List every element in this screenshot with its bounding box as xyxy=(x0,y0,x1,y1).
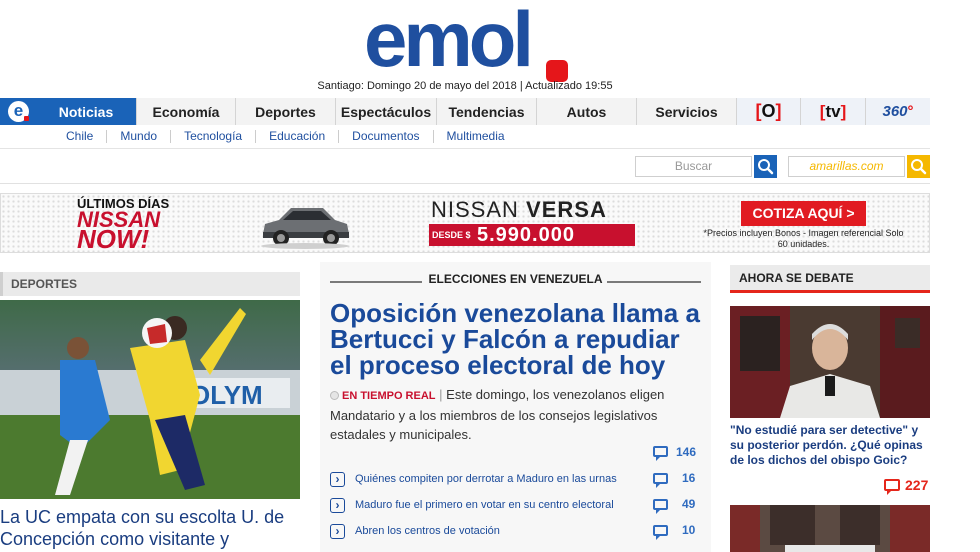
subnav-chile[interactable]: Chile xyxy=(54,130,108,143)
chevron-right-icon: › xyxy=(330,498,345,513)
nav-item-autos[interactable]: Autos xyxy=(536,98,636,125)
bishop-photo[interactable] xyxy=(730,306,930,418)
left-article-title[interactable]: La UC empata con su escolta U. de Concep… xyxy=(0,506,305,550)
comment-icon xyxy=(653,473,668,488)
search-button[interactable] xyxy=(754,155,777,178)
car-image xyxy=(261,208,349,249)
main-nav: e Noticias Economía Deportes Espectáculo… xyxy=(0,98,930,125)
nav-brand-radio[interactable]: [O] xyxy=(736,98,800,125)
nav-brand-360[interactable]: 360° xyxy=(865,98,930,125)
main-headline[interactable]: Oposición venezolana llama a Bertucci y … xyxy=(330,300,705,378)
ad-price: 5.990.000 xyxy=(477,224,575,246)
subnav-tecnologia[interactable]: Tecnología xyxy=(171,130,257,143)
main-comment-count[interactable]: 146 xyxy=(676,445,696,459)
nav-home-button[interactable]: e xyxy=(0,98,36,125)
nav-item-servicios[interactable]: Servicios xyxy=(636,98,736,125)
nav-item-espectaculos[interactable]: Espectáculos xyxy=(335,98,436,125)
ad-line3: NOW! xyxy=(77,224,150,254)
nav-brand-tv[interactable]: [tv] xyxy=(800,98,865,125)
section-header-venezuela[interactable]: ELECCIONES EN VENEZUELA xyxy=(320,272,711,286)
amarillas-search-button[interactable] xyxy=(907,155,930,178)
subnav-mundo[interactable]: Mundo xyxy=(107,130,172,143)
tv-logo-icon: [tv] xyxy=(819,101,847,121)
comment-icon xyxy=(653,525,668,540)
nav-item-tendencias[interactable]: Tendencias xyxy=(436,98,536,125)
comment-icon xyxy=(653,446,668,461)
live-icon xyxy=(330,391,339,401)
main-summary: EN TIEMPO REAL | Este domingo, los venez… xyxy=(330,387,665,442)
subnav-documentos[interactable]: Documentos xyxy=(339,130,434,143)
search-icon xyxy=(911,159,927,175)
ad-model-name: VERSA xyxy=(526,197,607,222)
radio-logo-icon: [O] xyxy=(755,101,782,121)
football-photo[interactable]: OLYM xyxy=(0,300,300,499)
right-comment-count[interactable]: 227 xyxy=(905,477,928,493)
emol-logo[interactable]: emol xyxy=(364,0,568,83)
search-icon xyxy=(758,159,774,175)
related-link-3[interactable]: › Abren los centros de votación xyxy=(330,521,690,541)
nav-item-economia[interactable]: Economía xyxy=(136,98,235,125)
chevron-right-icon: › xyxy=(330,472,345,487)
360-logo-icon: 360° xyxy=(882,103,914,120)
logo-text: emol xyxy=(364,0,534,83)
related-link-text[interactable]: Maduro fue el primero en votar en su cen… xyxy=(355,495,614,515)
search-input[interactable]: Buscar xyxy=(635,156,752,177)
ad-model-prefix: NISSAN xyxy=(431,197,519,222)
ad-cta-button[interactable]: COTIZA AQUÍ > xyxy=(741,201,866,226)
main-story: ELECCIONES EN VENEZUELA Oposición venezo… xyxy=(320,262,711,552)
related-comment-count[interactable]: 16 xyxy=(682,471,695,485)
comment-icon xyxy=(653,499,668,514)
related-comment-count[interactable]: 10 xyxy=(682,523,695,537)
related-comment-count[interactable]: 49 xyxy=(682,497,695,511)
nav-item-noticias[interactable]: Noticias xyxy=(36,98,136,125)
emol-e-icon: e xyxy=(8,101,29,122)
section-header-debate[interactable]: AHORA SE DEBATE xyxy=(730,265,930,293)
chevron-right-icon: › xyxy=(330,524,345,539)
logo-dot xyxy=(546,60,568,82)
subnav-multimedia[interactable]: Multimedia xyxy=(434,130,518,143)
header-divider xyxy=(0,183,930,184)
related-link-1[interactable]: › Quiénes compiten por derrotar a Maduro… xyxy=(330,469,690,489)
comment-icon xyxy=(884,479,900,495)
section-header-deportes[interactable]: DEPORTES xyxy=(0,272,300,296)
ad-desde: DESDE $ xyxy=(432,230,471,240)
related-link-text[interactable]: Quiénes compiten por derrotar a Maduro e… xyxy=(355,469,617,489)
protest-photo[interactable] xyxy=(730,505,930,552)
dateline: Santiago: Domingo 20 de mayo del 2018 | … xyxy=(317,80,613,92)
nav-item-deportes[interactable]: Deportes xyxy=(235,98,335,125)
sub-nav: Chile Mundo Tecnología Educación Documen… xyxy=(0,125,930,149)
right-article-title[interactable]: "No estudié para ser detective" y su pos… xyxy=(730,423,930,468)
ad-fine-print: *Precios incluyen Bonos - Imagen referen… xyxy=(703,228,904,249)
live-label[interactable]: EN TIEMPO REAL xyxy=(342,390,436,402)
ad-price-box: DESDE $ 5.990.000 xyxy=(429,224,635,246)
amarillas-search-input[interactable]: amarillas.com xyxy=(788,156,905,177)
subnav-educacion[interactable]: Educación xyxy=(256,130,340,143)
football-image: OLYM xyxy=(0,300,300,499)
related-link-2[interactable]: › Maduro fue el primero en votar en su c… xyxy=(330,495,690,515)
related-link-text[interactable]: Abren los centros de votación xyxy=(355,521,500,541)
ad-model: NISSAN VERSA xyxy=(431,197,607,223)
nissan-ad-banner[interactable]: ÚLTIMOS DÍAS NISSAN NOW! NISSAN VERSA DE… xyxy=(0,193,930,254)
bishop-image xyxy=(730,306,930,418)
svg-text:OLYM: OLYM xyxy=(190,380,263,410)
protest-image xyxy=(730,505,930,552)
